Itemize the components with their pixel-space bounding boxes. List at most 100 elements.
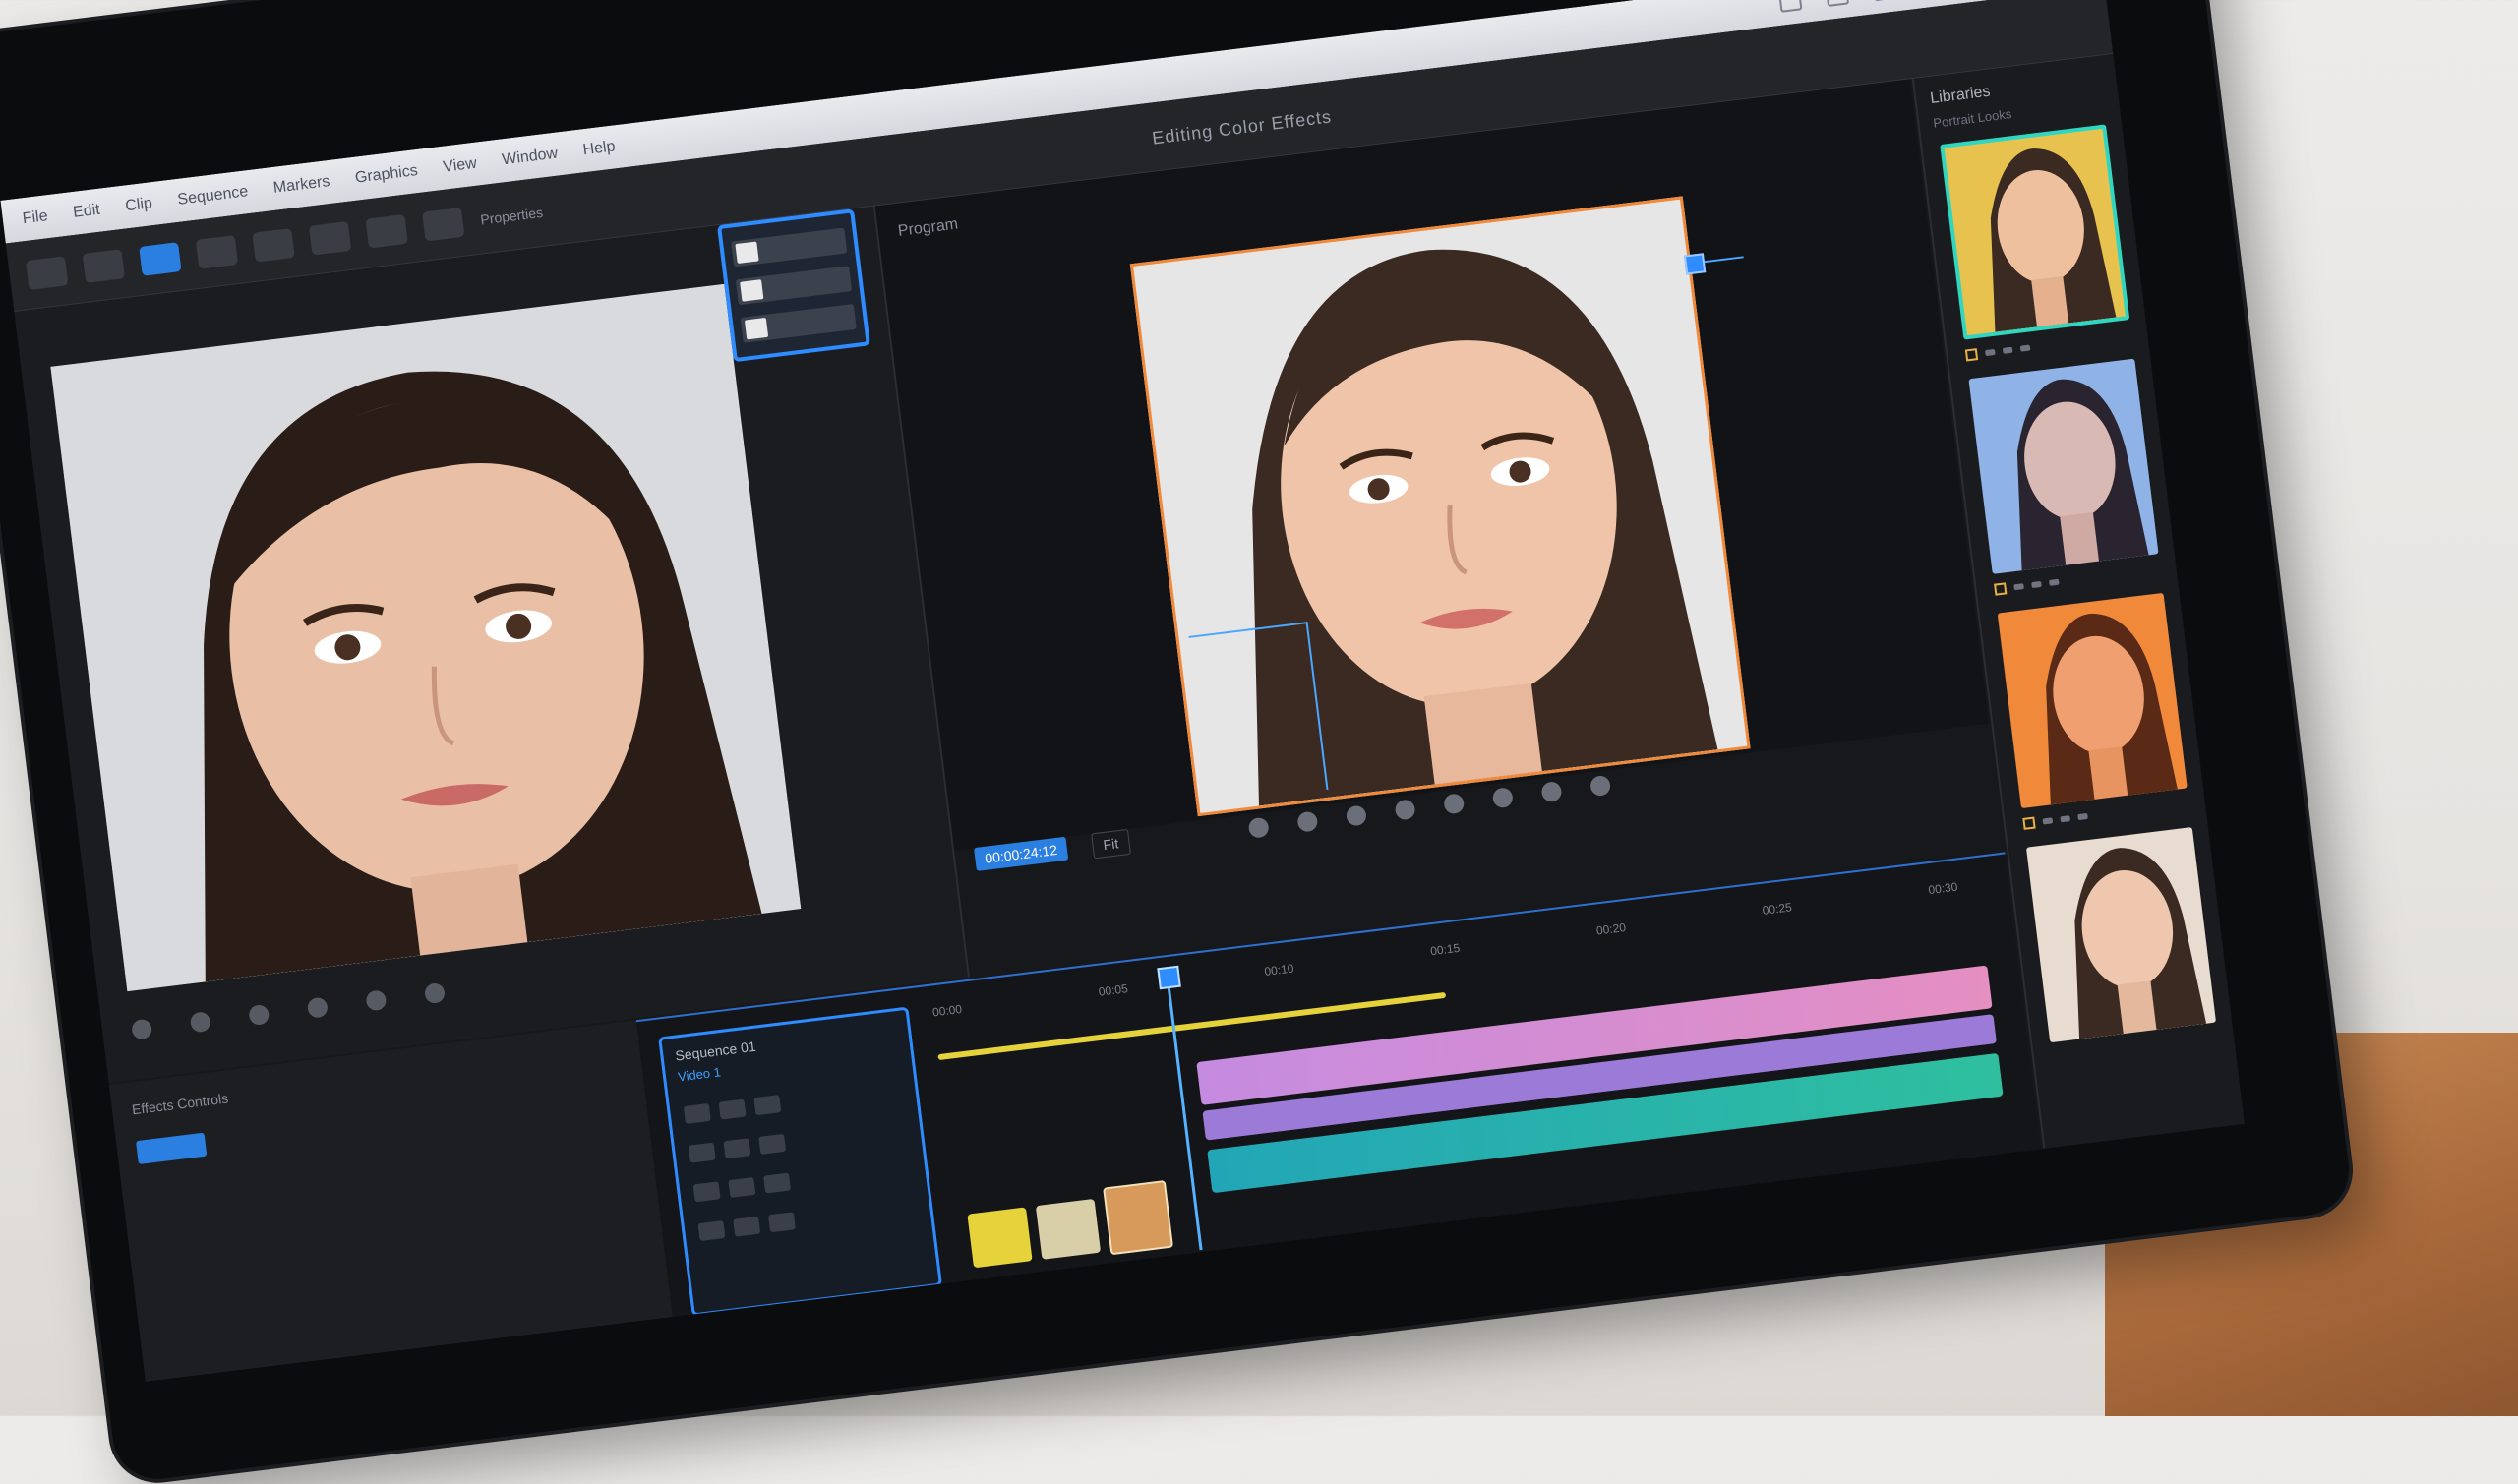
ruler-label: 00:05 — [1097, 981, 1129, 999]
eye-icon[interactable] — [718, 1098, 747, 1120]
look-thumbnail[interactable] — [2025, 827, 2217, 1043]
look-badge-icon — [1994, 582, 2008, 596]
menu-sequence[interactable]: Sequence — [177, 183, 250, 209]
playhead-line[interactable] — [1166, 976, 1203, 1251]
track-controls — [692, 1158, 911, 1207]
menu-help[interactable]: Help — [582, 138, 617, 159]
track-controls — [688, 1119, 906, 1167]
extract-icon[interactable] — [1540, 781, 1563, 803]
ruler-label: 00:30 — [1927, 879, 1959, 898]
lift-icon[interactable] — [1491, 787, 1514, 809]
razor-tool-icon[interactable] — [195, 234, 239, 269]
thumbnail-clip[interactable] — [1103, 1179, 1174, 1256]
thumbnail-clip[interactable] — [967, 1207, 1033, 1269]
step-forward-icon[interactable] — [365, 989, 388, 1012]
playhead-handle[interactable] — [1157, 965, 1181, 990]
menu-window[interactable]: Window — [501, 146, 559, 170]
eye-icon[interactable] — [728, 1176, 756, 1198]
mark-in-icon[interactable] — [131, 1018, 153, 1040]
select-tool-icon[interactable] — [26, 255, 69, 290]
look-badge-icon — [1964, 348, 1979, 362]
portrait-illustration — [2016, 379, 2149, 571]
eye-icon[interactable] — [733, 1216, 761, 1237]
effect-controls-panel: Effects Controls — [108, 1020, 673, 1382]
program-label: Program — [897, 215, 960, 240]
go-to-out-icon[interactable] — [1443, 793, 1466, 815]
mute-icon[interactable] — [767, 1212, 796, 1233]
effect-controls-title: Effects Controls — [131, 1090, 229, 1118]
lock-icon[interactable] — [683, 1102, 711, 1124]
look-thumbnail[interactable] — [1997, 592, 2188, 809]
type-tool-icon[interactable] — [421, 207, 465, 241]
thumbnail-clip[interactable] — [1035, 1198, 1102, 1260]
source-monitor-panel — [14, 206, 971, 1084]
program-portrait-image[interactable] — [1129, 196, 1751, 817]
step-back-icon[interactable] — [1296, 810, 1319, 833]
ruler-label: 00:10 — [1263, 961, 1295, 979]
layer-row[interactable] — [731, 227, 848, 267]
play-icon[interactable] — [1345, 804, 1368, 827]
lock-icon[interactable] — [697, 1220, 726, 1242]
export-frame-icon[interactable] — [1589, 774, 1612, 798]
layer-row[interactable] — [735, 266, 853, 306]
app-screen: File Edit Clip Sequence Markers Graphics… — [0, 0, 2245, 1382]
step-forward-icon[interactable] — [1394, 799, 1416, 821]
look-meta — [1994, 576, 2060, 596]
menu-graphics[interactable]: Graphics — [354, 162, 419, 188]
effect-toggle-button[interactable] — [135, 1132, 208, 1165]
crop-guide[interactable] — [1188, 622, 1329, 804]
ripple-tool-icon[interactable] — [139, 241, 182, 276]
menu-markers[interactable]: Markers — [272, 173, 331, 198]
step-back-icon[interactable] — [248, 1003, 270, 1027]
transform-handle[interactable] — [1683, 253, 1707, 275]
layer-row[interactable] — [740, 303, 857, 343]
portrait-illustration — [2074, 848, 2207, 1039]
pen-tool-icon[interactable] — [308, 220, 352, 256]
portrait-illustration — [2046, 613, 2178, 805]
play-icon[interactable] — [306, 996, 330, 1019]
go-to-in-icon[interactable] — [1247, 816, 1270, 839]
eye-icon[interactable] — [723, 1138, 751, 1159]
mark-out-icon[interactable] — [189, 1011, 211, 1034]
zoom-select[interactable]: Fit — [1091, 828, 1131, 860]
layer-swatch — [735, 241, 759, 265]
sequence-title: Sequence 01 — [674, 1038, 757, 1064]
look-meta — [2022, 810, 2088, 830]
laptop-bezel: File Edit Clip Sequence Markers Graphics… — [0, 0, 2355, 1484]
track-header-panel: Sequence 01 Video 1 — [658, 1006, 943, 1317]
menu-file[interactable]: File — [22, 208, 49, 228]
look-meta — [1964, 342, 2031, 362]
track-controls — [697, 1197, 915, 1245]
hand-tool-icon[interactable] — [365, 213, 408, 249]
track-name: Video 1 — [677, 1064, 722, 1085]
layer-swatch — [744, 317, 769, 340]
mute-icon[interactable] — [758, 1133, 787, 1155]
look-badge-icon — [2022, 816, 2036, 830]
menu-clip[interactable]: Clip — [124, 195, 153, 215]
lock-icon[interactable] — [688, 1142, 716, 1163]
look-thumbnail[interactable] — [1940, 124, 2130, 340]
menu-edit[interactable]: Edit — [72, 202, 101, 222]
source-transport — [131, 981, 447, 1040]
layers-popover[interactable] — [716, 208, 870, 363]
menu-view[interactable]: View — [442, 155, 477, 177]
track-select-tool-icon[interactable] — [82, 248, 125, 283]
lock-icon[interactable] — [692, 1181, 721, 1203]
libraries-subtitle: Portrait Looks — [1932, 106, 2013, 131]
look-thumbnail[interactable] — [1968, 358, 2159, 574]
portrait-illustration — [1990, 148, 2117, 332]
mute-icon[interactable] — [763, 1172, 792, 1194]
track-controls — [683, 1080, 901, 1128]
program-timecode[interactable]: 00:00:24:12 — [974, 836, 1069, 871]
portrait-illustration — [50, 283, 802, 992]
ruler-label: 00:15 — [1429, 940, 1461, 959]
source-portrait-image — [50, 283, 802, 992]
layer-swatch — [740, 279, 764, 302]
insert-icon[interactable] — [423, 981, 447, 1005]
ruler-label: 00:20 — [1595, 920, 1627, 938]
mute-icon[interactable] — [753, 1095, 782, 1116]
sync-icon[interactable] — [1826, 0, 1850, 7]
slip-tool-icon[interactable] — [252, 227, 295, 263]
workspace-icon[interactable] — [1872, 0, 1896, 2]
clock-icon[interactable] — [1778, 0, 1803, 13]
